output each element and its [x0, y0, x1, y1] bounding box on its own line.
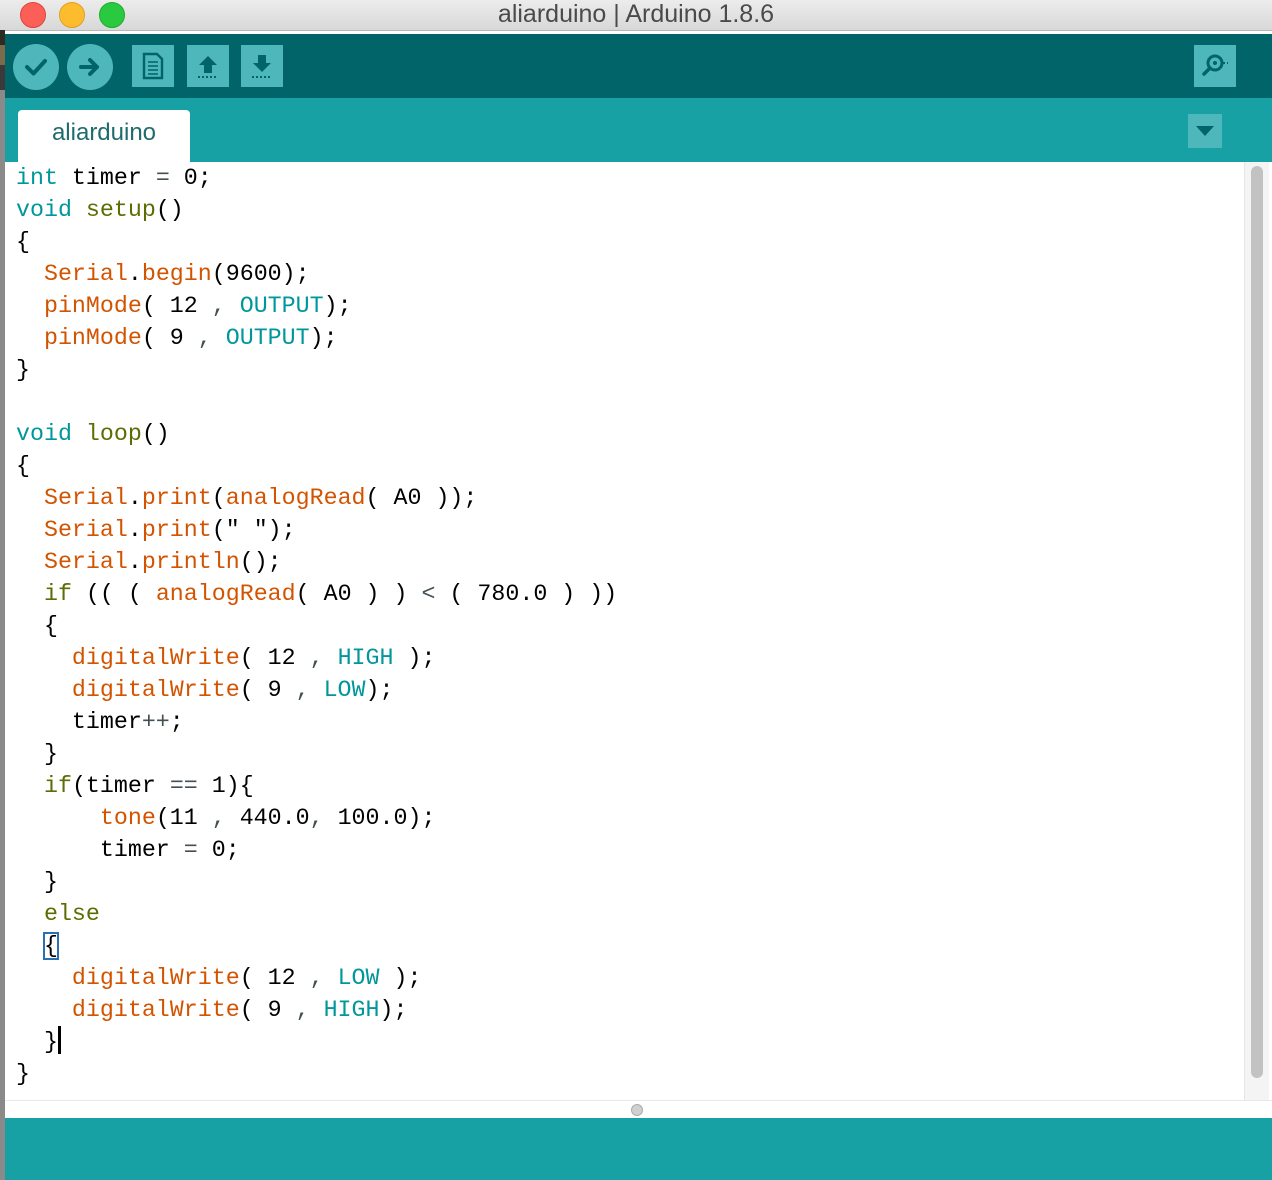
new-file-icon	[142, 52, 164, 80]
code-line: }	[16, 357, 30, 383]
code-line: }	[16, 1061, 30, 1087]
code-line: digitalWrite( 12 , LOW );	[71, 965, 422, 991]
verify-button[interactable]	[13, 44, 59, 90]
arrow-up-icon	[198, 56, 218, 78]
code-line: tone(11 , 440.0, 100.0);	[99, 805, 436, 831]
save-sketch-button[interactable]	[241, 45, 283, 87]
code-line: Serial.print(analogRead( A0 ));	[43, 485, 478, 511]
new-sketch-button[interactable]	[132, 45, 174, 87]
code-line: Serial.println();	[43, 549, 282, 575]
tab-bar: aliarduino	[5, 98, 1272, 162]
editor-console-divider[interactable]	[5, 1100, 1272, 1119]
code-line: Serial.begin(9600);	[43, 261, 310, 287]
code-line: digitalWrite( 9 , LOW);	[71, 677, 394, 703]
check-icon	[25, 59, 47, 76]
arrow-down-icon	[252, 55, 272, 78]
code-line: digitalWrite( 12 , HIGH );	[71, 645, 436, 671]
code-line: int timer = 0;	[16, 165, 212, 191]
code-line: if(timer == 1){	[43, 773, 254, 799]
tab-aliarduino[interactable]: aliarduino	[18, 110, 190, 162]
code-line: pinMode( 9 , OUTPUT);	[43, 325, 338, 351]
code-line: void loop()	[16, 421, 170, 447]
scrollbar-thumb[interactable]	[1251, 166, 1263, 1078]
code-line: }	[16, 741, 58, 767]
matching-brace-highlight: {	[42, 932, 59, 960]
code-line: pinMode( 12 , OUTPUT);	[43, 293, 352, 319]
upload-button[interactable]	[67, 44, 113, 90]
window-titlebar: aliarduino | Arduino 1.8.6	[0, 0, 1272, 31]
code-line: }	[16, 1026, 617, 1058]
text-caret	[57, 1026, 61, 1054]
code-line: if (( ( analogRead( A0 ) ) < ( 780.0 ) )…	[43, 581, 618, 607]
message-console	[5, 1118, 1272, 1180]
editor-scrollbar[interactable]	[1244, 162, 1269, 1100]
code-line: digitalWrite( 9 , HIGH);	[71, 997, 408, 1023]
code-line: {	[16, 613, 58, 639]
tab-menu-button[interactable]	[1188, 114, 1222, 148]
code-line: Serial.print(" ");	[43, 517, 296, 543]
chevron-down-icon	[1196, 126, 1214, 136]
code-line: {	[16, 453, 30, 479]
toolbar	[5, 34, 1272, 98]
code-text[interactable]: int timer = 0; void setup() { Serial.beg…	[16, 162, 617, 1090]
code-line: void setup()	[16, 197, 184, 223]
code-line: {	[16, 930, 617, 962]
arrow-right-icon	[79, 58, 99, 76]
code-line: }	[16, 869, 58, 895]
code-line: else	[43, 901, 100, 927]
magnifier-icon	[1202, 54, 1228, 76]
window-title: aliarduino | Arduino 1.8.6	[497, 0, 775, 28]
code-line: {	[16, 229, 30, 255]
divider-handle[interactable]	[631, 1104, 643, 1116]
open-sketch-button[interactable]	[187, 45, 229, 87]
code-editor[interactable]: int timer = 0; void setup() { Serial.beg…	[5, 162, 1272, 1100]
serial-monitor-button[interactable]	[1194, 45, 1236, 87]
code-line: timer++;	[16, 709, 184, 735]
code-line: timer = 0;	[16, 837, 240, 863]
